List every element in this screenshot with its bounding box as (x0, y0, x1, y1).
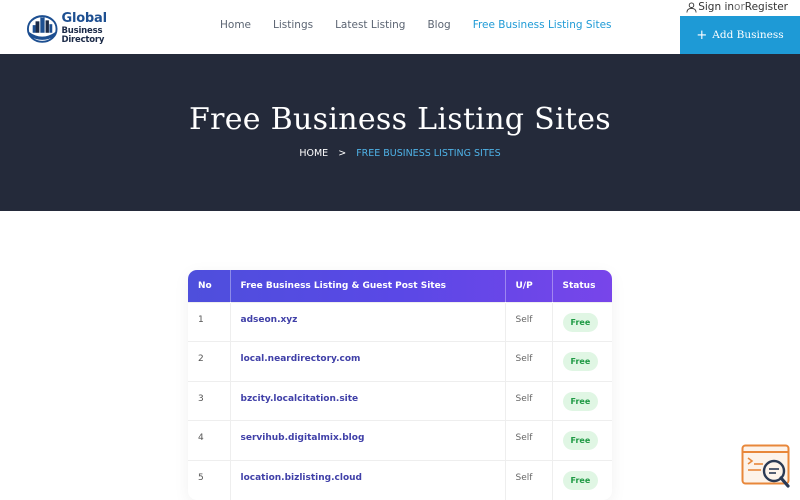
sign-in-link[interactable]: Sign in (698, 1, 734, 13)
register-link[interactable]: Register (745, 1, 788, 13)
table-row: 2 local.neardirectory.com Self Free (188, 341, 612, 381)
column-header-up: U/P (505, 270, 553, 302)
search-code-icon[interactable] (741, 444, 791, 488)
row-up: Self (505, 301, 553, 342)
column-header-no: No (188, 270, 231, 302)
status-badge: Free (562, 312, 599, 332)
page-title: Free Business Listing Sites (188, 102, 612, 137)
table-row: 1 adseon.xyz Self Free (188, 301, 612, 342)
column-header-site: Free Business Listing & Guest Post Sites (230, 270, 506, 302)
row-up: Self (505, 380, 553, 421)
breadcrumb: HOME > FREE BUSINESS LISTING SITES (0, 148, 800, 159)
breadcrumb-home[interactable]: HOME (299, 148, 328, 159)
row-up: Self (505, 459, 553, 500)
row-up: Self (505, 420, 553, 460)
globe-city-logo-icon (26, 15, 58, 43)
nav-blog[interactable]: Blog (427, 19, 450, 31)
table-header-row: No Free Business Listing & Guest Post Si… (188, 270, 612, 302)
site-link[interactable]: adseon.xyz (230, 301, 506, 342)
status-badge: Free (562, 470, 599, 490)
site-logo[interactable]: Global Business Directory (26, 11, 144, 45)
column-header-status: Status (562, 280, 596, 291)
row-number: 4 (188, 420, 231, 460)
table-row: 4 servihub.digitalmix.blog Self Free (188, 420, 612, 460)
row-number: 3 (188, 380, 231, 421)
table-row: 5 location.bizlisting.cloud Self Free (188, 459, 612, 500)
add-business-label: Add Business (712, 29, 784, 41)
breadcrumb-current: FREE BUSINESS LISTING SITES (356, 148, 501, 159)
row-number: 5 (188, 459, 231, 500)
site-link[interactable]: location.bizlisting.cloud (230, 459, 506, 500)
nav-free-business-listing-sites[interactable]: Free Business Listing Sites (473, 19, 612, 31)
row-number: 2 (188, 341, 231, 381)
plus-icon: + (696, 27, 708, 43)
nav-listings[interactable]: Listings (273, 19, 313, 31)
auth-or: or (734, 1, 745, 13)
site-header: Global Business Directory Home Listings … (0, 0, 800, 54)
page-hero: Free Business Listing Sites HOME > FREE … (0, 54, 800, 211)
logo-subtitle: Business Directory (61, 26, 105, 45)
site-link[interactable]: bzcity.localcitation.site (230, 380, 506, 421)
site-link[interactable]: local.neardirectory.com (230, 341, 506, 381)
row-number: 1 (188, 301, 231, 342)
logo-title: Global (61, 11, 107, 26)
user-icon (686, 1, 697, 13)
status-badge: Free (562, 352, 599, 371)
status-badge: Free (562, 391, 599, 411)
row-up: Self (505, 341, 553, 381)
listing-sites-table: No Free Business Listing & Guest Post Si… (188, 270, 612, 500)
auth-links: Sign in or Register (686, 1, 788, 13)
add-business-button[interactable]: + Add Business (680, 16, 800, 54)
site-link[interactable]: servihub.digitalmix.blog (230, 420, 506, 460)
table-row: 3 bzcity.localcitation.site Self Free (188, 380, 612, 421)
nav-home[interactable]: Home (220, 19, 251, 31)
breadcrumb-separator: > (338, 148, 347, 159)
nav-latest-listing[interactable]: Latest Listing (335, 19, 405, 31)
main-nav: Home Listings Latest Listing Blog Free B… (220, 19, 634, 31)
status-badge: Free (562, 431, 599, 450)
